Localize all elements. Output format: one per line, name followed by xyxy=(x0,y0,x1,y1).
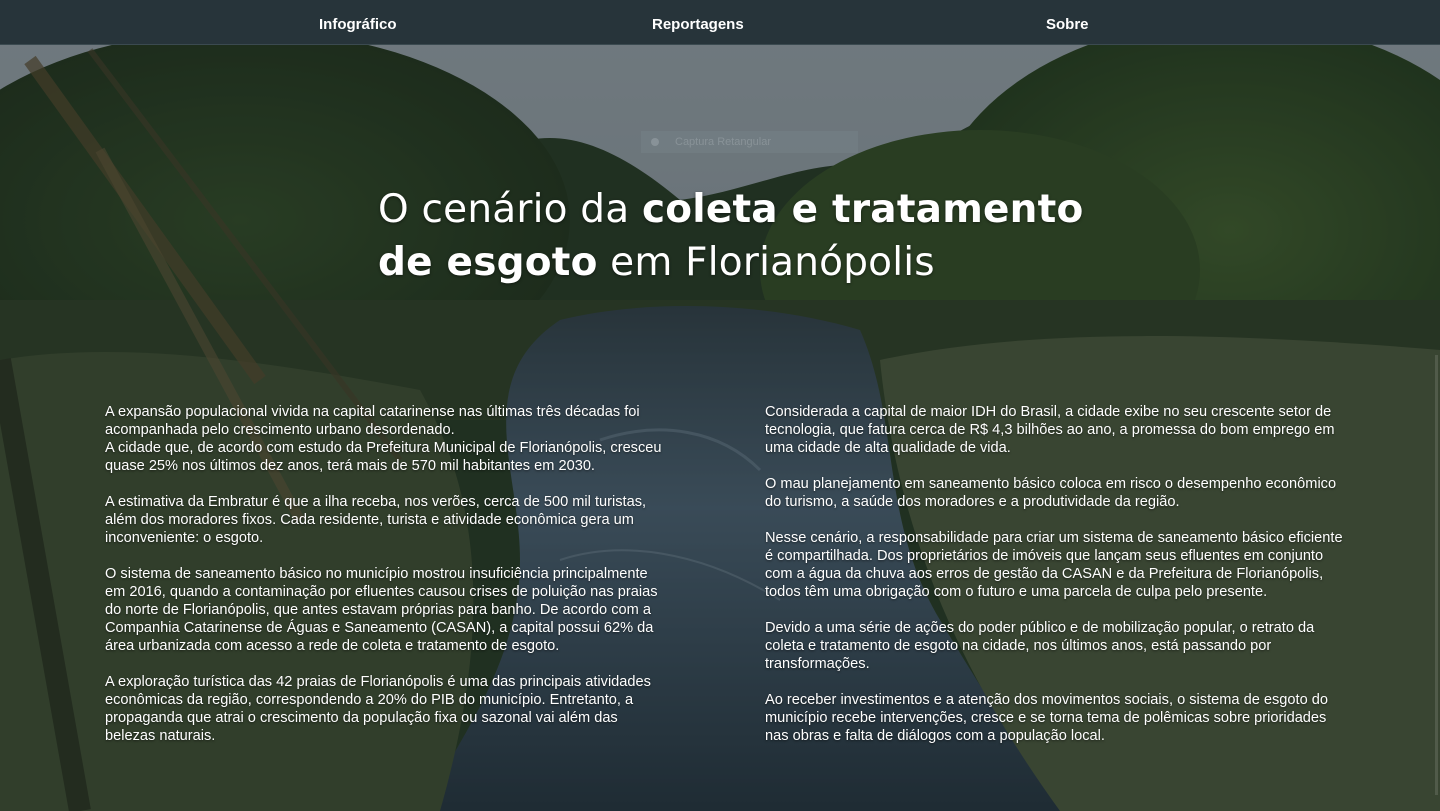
nav-item-reportagens[interactable]: Reportagens xyxy=(652,0,744,45)
capture-overlay-chip: Captura Retangular xyxy=(641,131,858,153)
page-title: O cenário da coleta e tratamento de esgo… xyxy=(378,183,1138,289)
scrollbar[interactable] xyxy=(1435,355,1438,795)
paragraph: A exploração turística das 42 praias de … xyxy=(105,674,651,744)
paragraph: O mau planejamento em saneamento básico … xyxy=(765,476,1337,510)
nav-item-infografico[interactable]: Infográfico xyxy=(319,0,397,45)
title-bold-2: de esgoto xyxy=(378,240,598,285)
title-part-1: O cenário da xyxy=(378,187,642,232)
right-text-column: Considerada a capital de maior IDH do Br… xyxy=(765,403,1345,763)
record-icon xyxy=(651,138,659,146)
paragraph: Ao receber investimentos e a atenção dos… xyxy=(765,692,1328,744)
page: Infográfico Reportagens Sobre Captura Re… xyxy=(0,0,1440,811)
paragraph-text: A cidade que, de acordo com estudo da Pr… xyxy=(105,440,662,474)
paragraph: O sistema de saneamento básico no municí… xyxy=(105,566,658,654)
capture-chip-label: Captura Retangular xyxy=(675,136,772,148)
paragraph: Considerada a capital de maior IDH do Br… xyxy=(765,404,1335,456)
paragraph: Nesse cenário, a responsabilidade para c… xyxy=(765,530,1343,600)
paragraph: A estimativa da Embratur é que a ilha re… xyxy=(105,494,647,546)
top-navbar: Infográfico Reportagens Sobre xyxy=(0,0,1440,45)
title-bold-1: coleta e tratamento xyxy=(641,187,1084,232)
left-text-column: A expansão populacional vivida na capita… xyxy=(105,403,670,763)
paragraph: A expansão populacional vivida na capita… xyxy=(105,403,670,475)
paragraph-text: A expansão populacional vivida na capita… xyxy=(105,404,640,438)
title-part-2: em Florianópolis xyxy=(597,240,935,285)
paragraph: Devido a uma série de ações do poder púb… xyxy=(765,620,1315,672)
nav-item-sobre[interactable]: Sobre xyxy=(1046,0,1089,45)
